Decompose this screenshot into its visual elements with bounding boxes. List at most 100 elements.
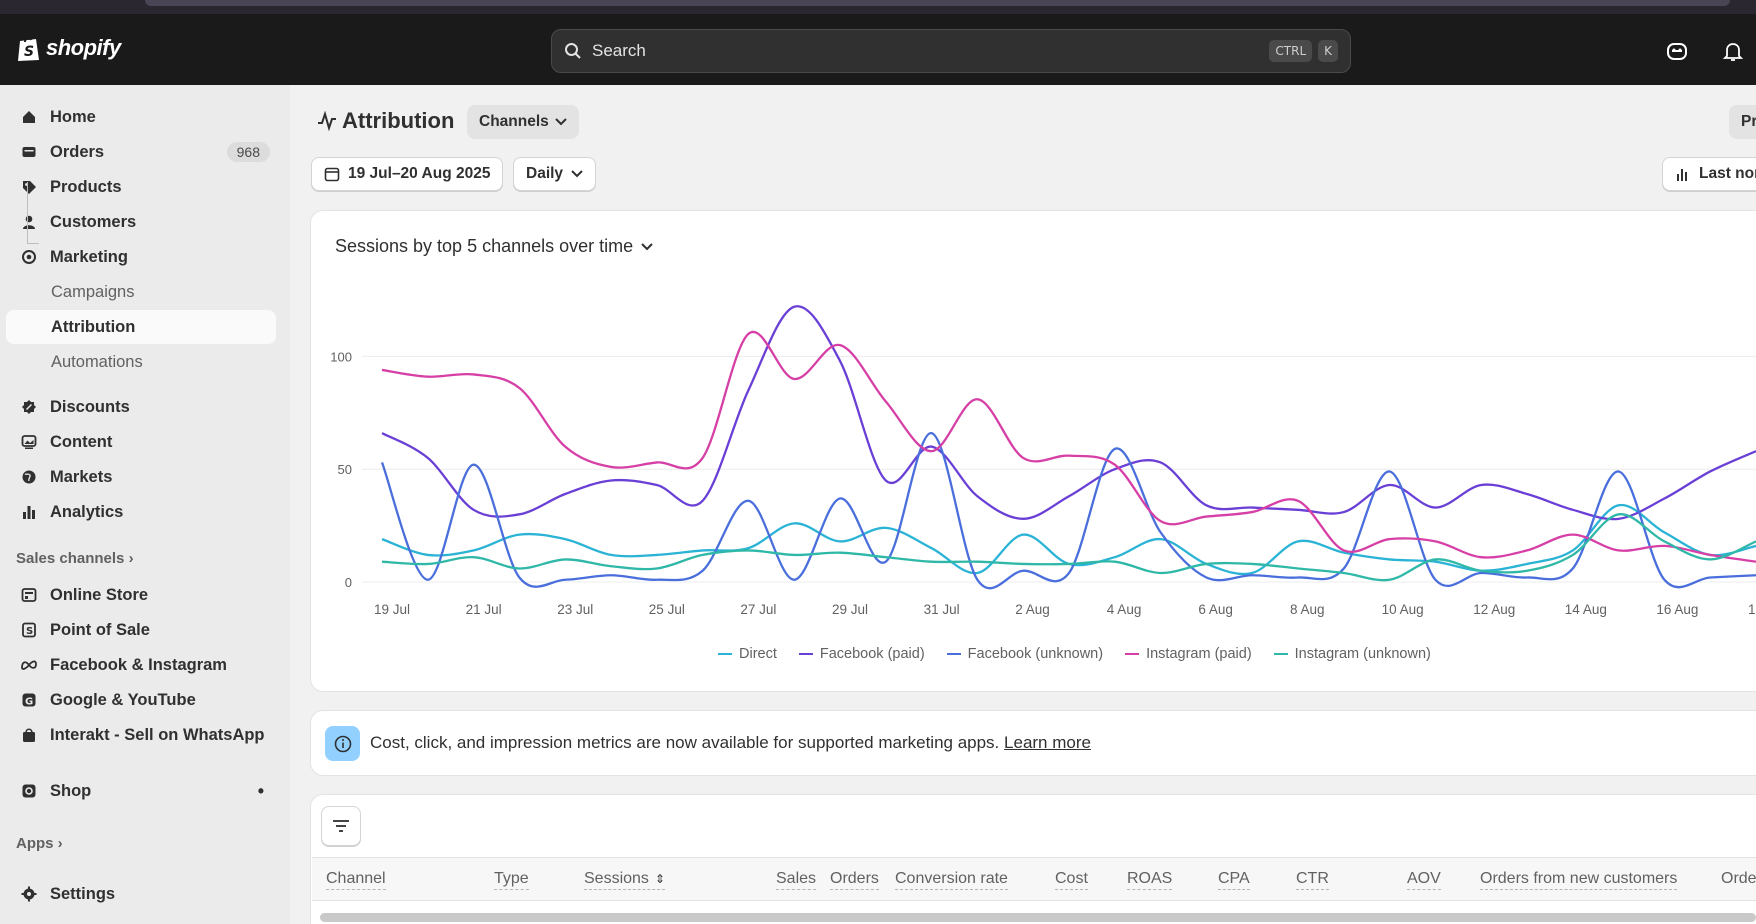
sales-channels-label: Sales channels: [16, 550, 125, 567]
column-header-roas[interactable]: ROAS: [1127, 869, 1173, 890]
legend-item[interactable]: Facebook (unknown): [946, 646, 1103, 662]
chevron-down-icon: [555, 118, 567, 126]
legend-swatch: [798, 653, 813, 655]
chevron-down-icon: [571, 170, 583, 178]
content-icon: [20, 433, 38, 451]
browser-chrome-strip: [0, 0, 1756, 14]
search-icon: [565, 43, 581, 59]
learn-more-link[interactable]: Learn more: [1004, 733, 1091, 752]
sidebar-item-analytics[interactable]: Analytics: [6, 495, 276, 529]
primary-action-label: Pr: [1741, 113, 1756, 130]
sidebar-item-label: Marketing: [50, 247, 128, 266]
series-line-facebook-paid[interactable]: [381, 305, 1756, 521]
sidebar-item-interakt[interactable]: Interakt - Sell on WhatsApp: [6, 718, 276, 752]
sidebar-item-markets[interactable]: Markets: [6, 460, 276, 494]
table-header: Channel Type Sessions ⇕ Sales Orders Conversio…: [312, 857, 1756, 901]
sidebar-item-settings[interactable]: Settings: [6, 877, 276, 911]
sidebar-item-products[interactable]: Products: [6, 170, 276, 204]
legend-swatch: [1125, 653, 1140, 655]
banner-text: Cost, click, and impression metrics are …: [370, 733, 1000, 752]
target-icon: [20, 248, 38, 266]
column-header-conversion-rate[interactable]: Conversion rate: [895, 869, 1008, 890]
x-tick-label: 21 Jul: [466, 602, 502, 617]
column-header-orde[interactable]: Orde: [1721, 869, 1756, 889]
shopify-bag-icon: S: [18, 36, 39, 61]
sidebar-item-customers[interactable]: Customers: [6, 205, 276, 239]
legend-item[interactable]: Direct: [718, 646, 777, 662]
sidebar-item-online-store[interactable]: Online Store: [6, 578, 276, 612]
sidebar-item-google-youtube[interactable]: G Google & YouTube: [6, 683, 276, 717]
primary-action-button[interactable]: Pr: [1729, 105, 1756, 139]
sidebar-item-label: Point of Sale: [50, 620, 150, 639]
x-tick-label: 27 Jul: [740, 602, 776, 617]
x-tick-label: 25 Jul: [649, 602, 685, 617]
channels-view-dropdown[interactable]: Channels: [467, 105, 579, 139]
filter-icon: [333, 820, 349, 832]
attribution-pulse-icon: [318, 110, 336, 132]
sidebar-item-label: Content: [50, 432, 113, 451]
date-range-picker[interactable]: 19 Jul–20 Aug 2025: [311, 157, 504, 191]
info-icon: [325, 726, 360, 761]
sidebar-item-content[interactable]: Content: [6, 425, 276, 459]
sidebar-item-label: Customers: [50, 212, 137, 231]
page-title-text: Attribution: [342, 108, 455, 133]
filter-button[interactable]: [321, 806, 361, 846]
column-header-orders-from-new-customers[interactable]: Orders from new customers: [1480, 869, 1678, 890]
x-tick-label: 23 Jul: [557, 602, 593, 617]
y-tick-label: 0: [345, 575, 352, 590]
series-line-instagram-paid[interactable]: [381, 330, 1756, 563]
gear-icon: [20, 885, 38, 903]
store-icon: [20, 586, 38, 604]
notification-bell-icon[interactable]: [1721, 39, 1745, 63]
column-header-cpa[interactable]: CPA: [1218, 869, 1250, 890]
legend-item[interactable]: Facebook (paid): [798, 646, 925, 662]
sort-icon[interactable]: ⇕: [655, 872, 665, 886]
browser-tab-strip: [145, 0, 1730, 6]
sidebar-item-attribution[interactable]: Attribution: [6, 310, 276, 344]
sidebar-item-label: Online Store: [50, 585, 149, 604]
shortcut-key-k: K: [1318, 40, 1338, 62]
sidebar-item-home[interactable]: Home: [6, 100, 276, 134]
column-header-sales[interactable]: Sales: [776, 869, 817, 890]
chevron-right-icon: ›: [128, 550, 134, 567]
shopify-logo[interactable]: S shopify: [16, 34, 121, 62]
chart-title-dropdown[interactable]: Sessions by top 5 channels over time: [335, 236, 653, 257]
sidekick-icon[interactable]: [1665, 39, 1689, 63]
column-header-aov[interactable]: AOV: [1407, 869, 1441, 890]
legend-item[interactable]: Instagram (unknown): [1273, 646, 1431, 662]
granularity-dropdown[interactable]: Daily: [513, 157, 597, 191]
column-header-type[interactable]: Type: [494, 869, 529, 890]
brand-name: shopify: [46, 35, 121, 60]
apps-header[interactable]: Apps ›: [16, 835, 63, 852]
column-header-channel[interactable]: Channel: [326, 869, 386, 890]
sidebar-item-facebook-instagram[interactable]: Facebook & Instagram: [6, 648, 276, 682]
search-input[interactable]: Search CTRL K: [551, 29, 1351, 73]
y-tick-label: 100: [330, 349, 352, 364]
column-header-ctr[interactable]: CTR: [1296, 869, 1329, 890]
sidebar-item-shop[interactable]: Shop •: [6, 774, 276, 808]
sidebar-item-label: Google & YouTube: [50, 690, 196, 709]
chart-legend: Direct Facebook (paid) Facebook (unknown) I…: [718, 646, 1431, 662]
x-tick-label: 10 Aug: [1382, 602, 1424, 617]
sidebar-item-point-of-sale[interactable]: S Point of Sale: [6, 613, 276, 647]
attribution-model-dropdown[interactable]: Last non: [1662, 157, 1756, 191]
column-header-orders[interactable]: Orders: [830, 869, 879, 890]
column-header-sessions[interactable]: Sessions ⇕: [584, 869, 665, 890]
svg-text:G: G: [25, 697, 33, 708]
banner-message: Cost, click, and impression metrics are …: [370, 733, 1091, 753]
tag-icon: [20, 178, 38, 196]
granularity-label: Daily: [526, 165, 564, 182]
sales-channels-header[interactable]: Sales channels ›: [16, 550, 134, 567]
sidebar-item-marketing[interactable]: Marketing: [6, 240, 276, 274]
sidebar-item-label: Automations: [51, 352, 143, 371]
more-dot-icon[interactable]: •: [258, 781, 264, 802]
sidebar-item-discounts[interactable]: Discounts: [6, 390, 276, 424]
sidebar-item-orders[interactable]: Orders 968: [6, 135, 276, 169]
column-header-cost[interactable]: Cost: [1055, 869, 1088, 890]
sidebar-item-automations[interactable]: Automations: [6, 345, 276, 379]
horizontal-scrollbar[interactable]: [320, 913, 1756, 922]
legend-item[interactable]: Instagram (paid): [1125, 646, 1252, 662]
x-tick-label: 29 Jul: [832, 602, 868, 617]
sidebar-item-campaigns[interactable]: Campaigns: [6, 275, 276, 309]
legend-label: Facebook (paid): [819, 646, 925, 662]
